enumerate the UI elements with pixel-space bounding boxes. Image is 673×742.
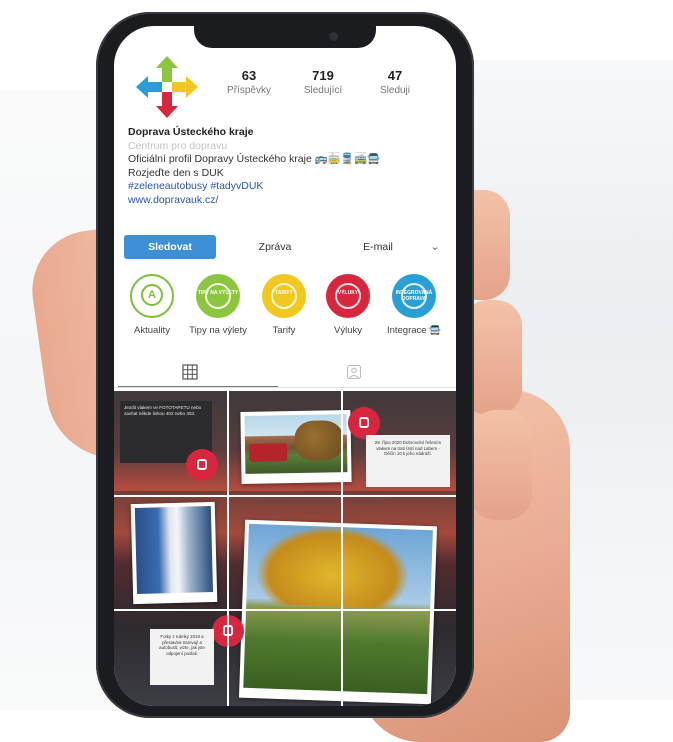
- hand-finger: [470, 410, 532, 520]
- grid-divider: [114, 495, 456, 497]
- bio-line: Oficiální profil Dopravy Ústeckého kraje…: [128, 153, 381, 165]
- highlight-label: Výluky: [334, 325, 362, 336]
- posts-grid: Jezdit vlakem ve FOTOTAPETU nebo zavítat…: [114, 391, 456, 706]
- highlight-vyluky-icon: VÝLUKY: [326, 274, 370, 318]
- post-text: Jezdit vlakem ve FOTOTAPETU nebo zavítat…: [124, 405, 202, 416]
- stat-following[interactable]: 47 Sleduji: [360, 68, 430, 96]
- post-photo-interior[interactable]: [130, 501, 218, 605]
- bio-website-link[interactable]: www.dopravauk.cz/: [128, 194, 448, 208]
- highlight-tipy-na-vylety[interactable]: TIPY NA VÝLETY Tipy na výlety: [188, 274, 248, 336]
- post-text-card[interactable]: Fotky z rubriky 2018 a přestavba tramvaj…: [150, 629, 214, 685]
- highlight-label: Tipy na výlety: [189, 325, 247, 336]
- grid-divider: [114, 609, 456, 611]
- profile-name: Doprava Ústeckého kraje: [128, 126, 254, 138]
- highlight-label: Integrace 🚍: [386, 325, 442, 336]
- camera-icon: [329, 32, 338, 41]
- bus-interior-photo: [134, 506, 214, 594]
- highlight-integrace-icon: INTEGROVANÁ DOPRAVA: [392, 274, 436, 318]
- duk-logo[interactable]: [134, 54, 200, 120]
- stat-followers[interactable]: 719 Sledující: [288, 68, 358, 96]
- letter-a-glyph: A: [141, 284, 163, 306]
- post-photo-landscape[interactable]: [238, 519, 438, 705]
- highlight-label: Aktuality: [134, 325, 170, 336]
- bio-line: Rozjeďte den s DUK: [128, 166, 224, 179]
- stat-following-value: 47: [387, 68, 403, 83]
- profile-bio: Doprava Ústeckého kraje Centrum pro dopr…: [128, 126, 448, 207]
- post-photo-train[interactable]: [240, 410, 352, 484]
- chevron-down-icon[interactable]: ⌄: [424, 235, 446, 259]
- highlight-label: Tarify: [272, 325, 296, 336]
- email-button[interactable]: E-mail: [332, 235, 424, 259]
- message-button[interactable]: Zpráva: [220, 235, 330, 259]
- profile-category: Centrum pro dopravu: [128, 139, 228, 152]
- grid-divider: [341, 391, 343, 706]
- highlight-tarify-icon: TARIFY: [262, 274, 306, 318]
- bus-icon: [186, 449, 218, 481]
- bio-hashtags[interactable]: #zeleneautobusy #tadyvDUK: [128, 180, 448, 194]
- highlight-tipy-icon: TIPY NA VÝLETY: [196, 274, 240, 318]
- highlight-inner-text: INTEGROVANÁ DOPRAVA: [395, 290, 433, 302]
- highlight-tarify[interactable]: TARIFY Tarify: [254, 274, 314, 336]
- stat-followers-label: Sledující: [303, 85, 343, 96]
- stat-following-label: Sleduji: [379, 85, 411, 96]
- highlight-aktuality[interactable]: A Aktuality: [122, 274, 182, 336]
- post-text-card[interactable]: 28. října 2020 Dobrovolní řešením vlakem…: [366, 435, 450, 487]
- highlight-inner-text: VÝLUKY: [337, 290, 359, 296]
- grid-divider: [227, 391, 229, 706]
- grid-icon[interactable]: [182, 364, 198, 380]
- profile-tabs: [114, 356, 456, 388]
- tabs-divider: [114, 387, 456, 388]
- highlight-inner-text: TIPY NA VÝLETY: [197, 290, 239, 296]
- stat-followers-value: 719: [312, 68, 334, 83]
- tagged-icon[interactable]: [346, 364, 362, 380]
- profile-actions: Sledovat Zpráva E-mail ⌄: [124, 235, 444, 259]
- highlight-vyluky[interactable]: VÝLUKY Výluky: [318, 274, 378, 336]
- follow-button[interactable]: Sledovat: [124, 235, 216, 259]
- post-text: Fotky z rubriky 2018 a přestavba tramvaj…: [159, 634, 205, 656]
- highlight-inner-text: TARIFY: [275, 290, 293, 296]
- highlight-aktuality-icon: A: [130, 274, 174, 318]
- post-text: 28. října 2020 Dobrovolní řešením vlakem…: [374, 440, 442, 457]
- phone-notch: [194, 26, 376, 48]
- train-photo: [244, 414, 348, 474]
- stat-posts-label: Příspěvky: [227, 85, 271, 96]
- phone-screen: 63 Příspěvky 719 Sledující 47 Sleduji Do…: [114, 26, 456, 706]
- highlight-integrace[interactable]: INTEGROVANÁ DOPRAVA Integrace 🚍: [384, 274, 444, 336]
- stat-posts-value: 63: [241, 68, 257, 83]
- stat-posts[interactable]: 63 Příspěvky: [214, 68, 284, 96]
